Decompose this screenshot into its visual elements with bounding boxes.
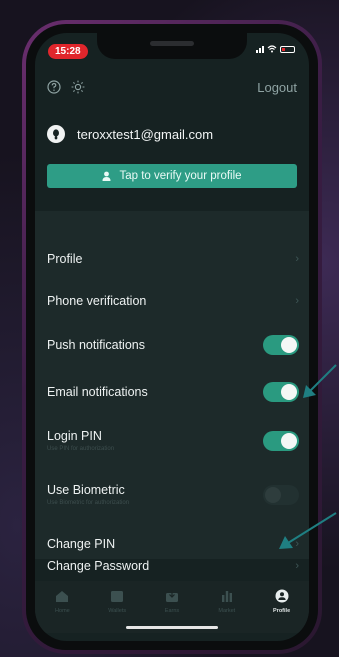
email-notifications-row: Email notifications bbox=[47, 382, 299, 402]
profile-icon bbox=[275, 589, 289, 603]
phone-verification-row[interactable]: Phone verification › bbox=[47, 294, 299, 308]
tab-market-label: Market bbox=[218, 608, 236, 614]
sun-icon[interactable] bbox=[71, 80, 85, 94]
phone-verification-label: Phone verification bbox=[47, 294, 147, 308]
status-time: 15:28 bbox=[48, 44, 88, 59]
push-notifications-toggle[interactable] bbox=[263, 335, 299, 355]
change-pin-label: Change PIN bbox=[47, 537, 116, 551]
login-pin-row: Login PIN Use PIN for authorization bbox=[47, 429, 299, 452]
person-icon bbox=[102, 171, 111, 181]
email-notifications-toggle[interactable] bbox=[263, 382, 299, 402]
push-notifications-row: Push notifications bbox=[47, 335, 299, 355]
use-biometric-row: Use Biometric Use Biometric for authoriz… bbox=[47, 483, 299, 506]
login-pin-label: Login PIN bbox=[47, 429, 102, 443]
tab-earns[interactable]: Earns bbox=[148, 589, 196, 614]
verify-profile-label: Tap to verify your profile bbox=[119, 170, 242, 182]
verify-profile-button[interactable]: Tap to verify your profile bbox=[47, 164, 297, 188]
change-pin-row[interactable]: Change PIN › bbox=[47, 537, 299, 551]
user-email: teroxxtest1@gmail.com bbox=[77, 126, 214, 142]
use-biometric-toggle[interactable] bbox=[263, 484, 299, 505]
profile-row[interactable]: Profile › bbox=[47, 252, 299, 266]
home-icon bbox=[56, 591, 69, 602]
status-bar: 15:28 bbox=[35, 33, 309, 65]
tab-home[interactable]: Home bbox=[38, 589, 86, 614]
chevron-right-icon: › bbox=[295, 560, 299, 572]
user-info: teroxxtest1@gmail.com bbox=[47, 125, 297, 143]
tab-wallets[interactable]: Wallets bbox=[93, 589, 141, 614]
tab-market[interactable]: Market bbox=[203, 589, 251, 614]
use-biometric-sublabel: Use Biometric for authorization bbox=[47, 500, 130, 506]
wifi-icon bbox=[267, 45, 277, 53]
tab-earns-label: Earns bbox=[164, 608, 180, 614]
market-icon bbox=[221, 591, 232, 602]
tab-wallets-label: Wallets bbox=[108, 608, 127, 614]
notch bbox=[97, 33, 247, 59]
push-notifications-label: Push notifications bbox=[47, 338, 145, 352]
earns-icon bbox=[165, 590, 178, 602]
home-indicator bbox=[126, 626, 218, 629]
chevron-right-icon: › bbox=[295, 295, 299, 307]
login-pin-sublabel: Use PIN for authorization bbox=[47, 446, 115, 452]
change-password-label: Change Password bbox=[47, 559, 150, 573]
status-icons bbox=[256, 45, 295, 53]
user-avatar-icon bbox=[47, 125, 65, 143]
settings-list: Profile › Phone verification › Push noti… bbox=[35, 211, 309, 559]
login-pin-toggle[interactable] bbox=[263, 430, 299, 451]
tab-profile-label: Profile bbox=[273, 608, 291, 614]
signal-icon bbox=[256, 45, 264, 53]
phone-frame: 15:28 Logout teroxxtest1@gmail.com Tap t… bbox=[22, 20, 322, 654]
chevron-right-icon: › bbox=[295, 253, 299, 265]
change-password-row[interactable]: Change Password › bbox=[47, 559, 299, 573]
phone-bezel: 15:28 Logout teroxxtest1@gmail.com Tap t… bbox=[26, 24, 318, 650]
profile-label: Profile bbox=[47, 252, 83, 266]
speaker bbox=[150, 41, 194, 46]
logout-link[interactable]: Logout bbox=[257, 80, 297, 95]
wallet-icon bbox=[111, 591, 124, 602]
battery-icon bbox=[280, 45, 295, 53]
annotation-arrow-login-pin bbox=[303, 364, 337, 398]
annotation-arrow-change-password bbox=[279, 512, 337, 549]
tab-home-label: Home bbox=[55, 608, 70, 614]
tab-profile[interactable]: Profile bbox=[258, 589, 306, 614]
use-biometric-label: Use Biometric bbox=[47, 483, 125, 497]
email-notifications-label: Email notifications bbox=[47, 385, 148, 399]
app-screen: 15:28 Logout teroxxtest1@gmail.com Tap t… bbox=[35, 33, 309, 641]
help-icon[interactable] bbox=[47, 80, 61, 94]
top-bar: Logout bbox=[35, 75, 309, 99]
